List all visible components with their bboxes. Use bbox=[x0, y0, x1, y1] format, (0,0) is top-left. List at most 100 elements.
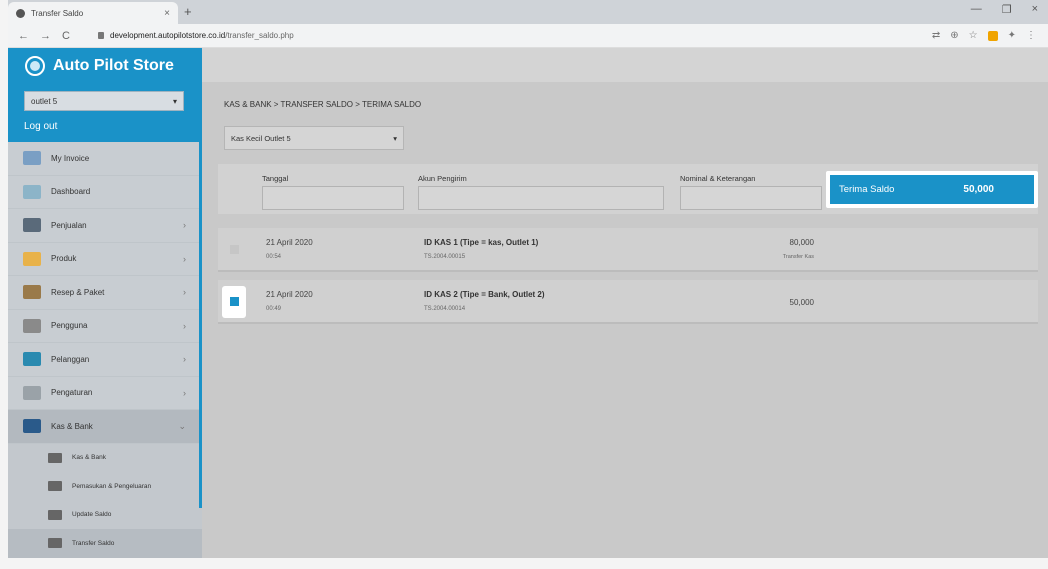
user-icon bbox=[23, 318, 41, 333]
maximize-button[interactable]: ❐ bbox=[1002, 3, 1012, 16]
sidebar-item-produk[interactable]: Produk › bbox=[8, 243, 202, 276]
minimize-button[interactable]: — bbox=[971, 3, 982, 16]
dropdown-arrow-icon: ▾ bbox=[393, 133, 397, 143]
row-checkbox-wrap bbox=[222, 286, 246, 318]
outlet-area: outlet 5 ▾ Log out bbox=[8, 84, 202, 142]
sidebar-item-penjualan[interactable]: Penjualan › bbox=[8, 209, 202, 243]
terima-saldo-highlight: Terima Saldo 50,000 bbox=[826, 171, 1038, 208]
row-code: TS.2004.00014 bbox=[424, 306, 466, 312]
settings-icon bbox=[23, 385, 41, 400]
main-content: KAS & BANK > TRANSFER SALDO > TERIMA SAL… bbox=[202, 48, 1048, 558]
transfer-row[interactable]: 21 April 2020 00:49 ID KAS 2 (Tipe = Bank,… bbox=[218, 280, 1038, 324]
update-saldo-icon bbox=[48, 509, 62, 520]
sidebar-item-pengguna[interactable]: Pengguna › bbox=[8, 310, 202, 343]
row-nominal: 80,000 bbox=[789, 238, 814, 247]
dashboard-icon bbox=[23, 184, 41, 199]
sidebar-menu: My Invoice Dashboard Penjualan › Produk › Rese… bbox=[8, 142, 202, 444]
row-code: TS.2004.00015 bbox=[424, 254, 466, 260]
akun-pengirim-input[interactable] bbox=[418, 186, 664, 210]
logout-link[interactable]: Log out bbox=[24, 121, 186, 132]
reload-button[interactable]: C bbox=[62, 30, 70, 42]
row-nominal: 50,000 bbox=[789, 298, 814, 307]
brand[interactable]: Auto Pilot Store bbox=[8, 48, 202, 84]
sidebar: Auto Pilot Store outlet 5 ▾ Log out My I… bbox=[8, 48, 202, 558]
row-time: 00:54 bbox=[266, 254, 282, 260]
terima-saldo-button[interactable]: Terima Saldo 50,000 bbox=[830, 175, 1034, 204]
lock-icon bbox=[98, 32, 104, 39]
browser-titlebar: Transfer Saldo × + — ❐ × bbox=[8, 0, 1048, 24]
menu-dots-icon[interactable]: ⋮ bbox=[1026, 30, 1036, 41]
close-window-button[interactable]: × bbox=[1032, 3, 1038, 16]
sidebar-item-label: Kas & Bank bbox=[51, 421, 93, 431]
bookmark-star-icon[interactable]: ☆ bbox=[969, 30, 978, 41]
terima-saldo-amount: 50,000 bbox=[963, 184, 994, 195]
sidebar-item-label: Pelanggan bbox=[51, 354, 90, 364]
sidebar-item-resep-paket[interactable]: Resep & Paket › bbox=[8, 276, 202, 310]
address-bar: ← → C development.autopilotstore.co.id /… bbox=[8, 24, 1048, 48]
row-checkbox[interactable] bbox=[230, 297, 239, 306]
row-checkbox-wrap bbox=[222, 234, 246, 266]
browser-tab[interactable]: Transfer Saldo × bbox=[8, 2, 178, 24]
dropdown-arrow-icon: ▾ bbox=[172, 96, 177, 106]
submenu-item-update-saldo[interactable]: Update Saldo bbox=[8, 500, 202, 529]
url-path: /transfer_saldo.php bbox=[225, 31, 294, 40]
sidebar-item-label: Pengaturan bbox=[51, 388, 93, 398]
outlet-select[interactable]: outlet 5 ▾ bbox=[24, 91, 184, 111]
nominal-input[interactable] bbox=[680, 186, 822, 210]
wallet-icon bbox=[48, 452, 62, 463]
submenu-item-kas-bank[interactable]: Kas & Bank bbox=[8, 443, 202, 472]
zoom-icon[interactable]: ⊕ bbox=[950, 30, 958, 41]
window-controls: — ❐ × bbox=[971, 3, 1038, 16]
extension-icon[interactable] bbox=[987, 30, 998, 41]
filter-label-tanggal: Tanggal bbox=[262, 174, 289, 183]
row-date: 21 April 2020 bbox=[266, 238, 313, 247]
brand-name: Auto Pilot Store bbox=[53, 57, 174, 74]
tanggal-input[interactable] bbox=[262, 186, 404, 210]
submenu-item-pemasukan-pengeluaran[interactable]: Pemasukan & Pengeluaran bbox=[8, 472, 202, 501]
sidebar-item-label: Pengguna bbox=[51, 321, 88, 331]
cash-flow-icon bbox=[48, 481, 62, 492]
kas-bank-icon bbox=[23, 419, 41, 434]
top-strip bbox=[202, 48, 1048, 82]
sidebar-item-label: Resep & Paket bbox=[51, 287, 105, 297]
kas-select-value: Kas Kecil Outlet 5 bbox=[231, 133, 291, 143]
url-field[interactable]: development.autopilotstore.co.id /transf… bbox=[98, 31, 932, 40]
submenu-item-label: Pemasukan & Pengeluaran bbox=[72, 482, 152, 490]
row-account: ID KAS 2 (Tipe = Bank, Outlet 2) bbox=[424, 290, 545, 299]
row-date: 21 April 2020 bbox=[266, 290, 313, 299]
row-checkbox[interactable] bbox=[230, 245, 239, 254]
customers-icon bbox=[23, 352, 41, 367]
tab-title: Transfer Saldo bbox=[31, 8, 84, 18]
sidebar-item-kas-bank[interactable]: Kas & Bank ⌄ bbox=[8, 410, 202, 444]
sidebar-item-pengaturan[interactable]: Pengaturan › bbox=[8, 377, 202, 410]
sidebar-item-label: Produk bbox=[51, 254, 77, 264]
filter-label-akun: Akun Pengirim bbox=[418, 174, 467, 183]
translate-icon[interactable]: ⇄ bbox=[932, 30, 940, 41]
submenu-item-transfer-saldo[interactable]: Transfer Saldo bbox=[8, 529, 202, 558]
forward-button[interactable]: → bbox=[40, 30, 51, 42]
url-host: development.autopilotstore.co.id bbox=[110, 31, 226, 40]
extension-puzzle-icon[interactable]: ✦ bbox=[1008, 30, 1016, 41]
submenu-item-label: Kas & Bank bbox=[72, 454, 106, 462]
new-tab-button[interactable]: + bbox=[184, 4, 192, 19]
sidebar-item-label: My Invoice bbox=[51, 153, 90, 163]
sidebar-submenu: Kas & Bank Pemasukan & Pengeluaran Update … bbox=[8, 443, 202, 558]
sidebar-item-label: Penjualan bbox=[51, 220, 87, 230]
sidebar-item-pelanggan[interactable]: Pelanggan › bbox=[8, 343, 202, 377]
tab-close-icon[interactable]: × bbox=[164, 8, 170, 19]
transfer-row[interactable]: 21 April 2020 00:54 ID KAS 1 (Tipe = kas, … bbox=[218, 228, 1038, 272]
outlet-select-value: outlet 5 bbox=[31, 96, 58, 106]
back-button[interactable]: ← bbox=[18, 30, 29, 42]
row-account: ID KAS 1 (Tipe = kas, Outlet 1) bbox=[424, 238, 539, 247]
kas-account-select[interactable]: Kas Kecil Outlet 5 ▾ bbox=[224, 126, 404, 150]
bottom-bar bbox=[0, 558, 1048, 569]
cart-icon bbox=[23, 218, 41, 233]
sidebar-item-dashboard[interactable]: Dashboard bbox=[8, 176, 202, 209]
breadcrumb: KAS & BANK > TRANSFER SALDO > TERIMA SAL… bbox=[224, 100, 422, 109]
box-icon bbox=[23, 251, 41, 266]
row-keterangan: Transfer Kas bbox=[782, 254, 814, 260]
submenu-item-label: Transfer Saldo bbox=[72, 539, 115, 547]
sidebar-item-label: Dashboard bbox=[51, 187, 91, 197]
site-favicon-icon bbox=[16, 8, 25, 18]
sidebar-item-my-invoice[interactable]: My Invoice bbox=[8, 142, 202, 176]
